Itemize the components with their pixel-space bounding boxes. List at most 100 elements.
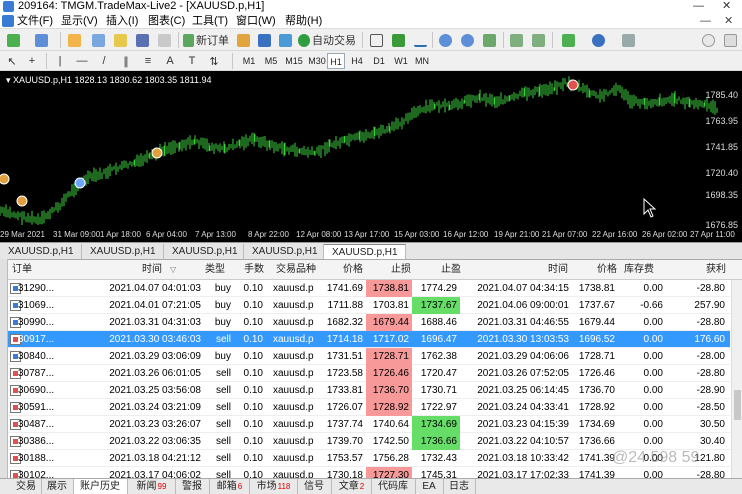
profiles-icon[interactable] <box>32 32 50 48</box>
terminal-icon[interactable] <box>134 32 150 48</box>
signals-icon[interactable] <box>256 32 272 48</box>
table-row[interactable]: 30690... 2021.03.25 03:56:08 sell 0.10 xauus… <box>8 382 730 399</box>
market-icon[interactable] <box>277 32 293 48</box>
market-watch-icon[interactable] <box>66 32 82 48</box>
bar-chart-icon[interactable] <box>368 32 384 48</box>
timeframe-m15[interactable]: M15 <box>283 53 305 69</box>
menu-file[interactable]: 文件(F) <box>17 13 53 29</box>
table-row[interactable]: 31290... 2021.04.07 04:01:03 buy 0.10 xauusd… <box>8 280 730 297</box>
column-open-time[interactable]: 时间 <box>142 260 162 280</box>
text-label-icon[interactable]: T <box>184 53 200 69</box>
tile-windows-icon[interactable] <box>481 32 497 48</box>
data-window-icon[interactable] <box>112 32 128 48</box>
column-profit[interactable]: 获利 <box>706 260 726 280</box>
column-close-time[interactable]: 时间 <box>548 260 568 280</box>
strategy-tester-icon[interactable] <box>156 32 172 48</box>
horizontal-line-icon[interactable]: — <box>74 53 90 69</box>
text-icon[interactable]: A <box>162 53 178 69</box>
tab-exposure[interactable]: 展示 <box>42 479 74 494</box>
tab-alerts[interactable]: 警报 <box>176 479 210 494</box>
column-stop-loss[interactable]: 止损 <box>391 260 411 280</box>
table-row[interactable]: 30840... 2021.03.29 03:06:09 buy 0.10 xauusd… <box>8 348 730 365</box>
menu-charts[interactable]: 图表(C) <box>148 13 185 29</box>
templates-icon[interactable] <box>617 32 639 48</box>
scrollbar-thumb[interactable] <box>734 390 741 420</box>
menu-view[interactable]: 显示(V) <box>61 13 98 29</box>
column-symbol[interactable]: 交易品种 <box>276 260 316 280</box>
chart-tab[interactable]: XAUUSD.p,H1 <box>164 244 244 259</box>
timeframe-m30[interactable]: M30 <box>306 53 328 69</box>
menu-tools[interactable]: 工具(T) <box>192 13 228 29</box>
chart-minimize-icon[interactable]: — <box>700 13 711 29</box>
trendline-icon[interactable]: / <box>96 53 112 69</box>
chart-tab[interactable]: XAUUSD.p,H1 <box>244 244 324 259</box>
menu-insert[interactable]: 插入(I) <box>106 13 138 29</box>
periods-icon[interactable] <box>587 32 609 48</box>
arrows-icon[interactable]: ⇅ <box>206 53 222 69</box>
column-open-price[interactable]: 价格 <box>343 260 363 280</box>
tab-news[interactable]: 新闻99 <box>128 479 176 494</box>
close-icon[interactable]: ✕ <box>722 0 731 13</box>
search-icon[interactable] <box>722 32 738 48</box>
tab-signals[interactable]: 信号 <box>298 479 332 494</box>
fibonacci-icon[interactable]: ≡ <box>140 53 156 69</box>
auto-scroll-icon[interactable] <box>530 32 546 48</box>
price-chart[interactable]: ▾ XAUUSD.p,H1 1828.13 1830.62 1803.35 18… <box>0 71 742 242</box>
timeframe-w1[interactable]: W1 <box>392 53 410 69</box>
tab-code-base[interactable]: 代码库 <box>372 479 416 494</box>
table-row[interactable]: 30917... 2021.03.30 03:46:03 sell 0.10 xauus… <box>8 331 730 348</box>
table-row[interactable]: 30990... 2021.03.31 04:31:03 buy 0.10 xauusd… <box>8 314 730 331</box>
tab-articles[interactable]: 文章2 <box>332 479 372 494</box>
chart-shift-icon[interactable] <box>508 32 524 48</box>
column-swap[interactable]: 库存费 <box>624 260 654 280</box>
candlestick-chart-icon[interactable] <box>390 32 406 48</box>
table-row[interactable]: 30787... 2021.03.26 06:01:05 sell 0.10 xauus… <box>8 365 730 382</box>
chart-window-icon[interactable] <box>2 15 14 27</box>
column-type[interactable]: 类型 <box>205 260 225 280</box>
timeframe-h1[interactable]: H1 <box>327 53 345 69</box>
vertical-scrollbar[interactable] <box>731 280 742 479</box>
tab-mailbox[interactable]: 邮箱6 <box>210 479 250 494</box>
timeframe-m1[interactable]: M1 <box>239 53 259 69</box>
tab-journal[interactable]: 日志 <box>444 479 476 494</box>
auto-trading-button[interactable]: 自动交易 <box>298 32 356 48</box>
timeframe-mn[interactable]: MN <box>413 53 431 69</box>
equidistant-channel-icon[interactable]: ∥ <box>118 53 134 69</box>
tab-market[interactable]: 市场118 <box>250 479 298 494</box>
menu-help[interactable]: 帮助(H) <box>285 13 322 29</box>
chart-tab[interactable]: XAUUSD.p,H1 <box>82 244 164 259</box>
table-row[interactable]: 30487... 2021.03.23 03:26:07 sell 0.10 xauus… <box>8 416 730 433</box>
chart-tab-active[interactable]: XAUUSD.p,H1 <box>324 244 406 259</box>
indicators-icon[interactable] <box>557 32 579 48</box>
zoom-in-icon[interactable] <box>437 32 453 48</box>
column-close-price[interactable]: 价格 <box>597 260 617 280</box>
chart-close-icon[interactable]: ✕ <box>724 13 733 29</box>
tab-experts[interactable]: EA <box>416 479 444 494</box>
tab-account-history[interactable]: 账户历史 <box>74 479 128 494</box>
column-take-profit[interactable]: 止盈 <box>441 260 461 280</box>
timeframe-m5[interactable]: M5 <box>261 53 281 69</box>
new-chart-icon[interactable] <box>4 32 22 48</box>
zoom-out-icon[interactable] <box>459 32 475 48</box>
column-order[interactable]: 订单 <box>12 260 32 280</box>
timeframe-h4[interactable]: H4 <box>348 53 366 69</box>
cursor-icon[interactable]: ↖ <box>4 53 20 69</box>
table-row[interactable]: 30386... 2021.03.22 03:06:35 sell 0.10 xauus… <box>8 433 730 450</box>
help-icon[interactable] <box>700 32 716 48</box>
table-row[interactable]: 31069... 2021.04.01 07:21:05 buy 0.10 xauusd… <box>8 297 730 314</box>
timeframe-d1[interactable]: D1 <box>370 53 388 69</box>
minimize-icon[interactable]: — <box>693 0 704 13</box>
chart-tab[interactable]: XAUUSD.p,H1 <box>0 244 82 259</box>
navigator-icon[interactable] <box>90 32 106 48</box>
crosshair-icon[interactable]: + <box>24 53 40 69</box>
terminal-side-tab[interactable] <box>0 259 8 478</box>
line-chart-icon[interactable] <box>412 32 428 48</box>
column-lots[interactable]: 手数 <box>244 260 264 280</box>
new-order-button[interactable]: 新订单 <box>183 32 229 48</box>
menu-window[interactable]: 窗口(W) <box>236 13 276 29</box>
table-row[interactable]: 30591... 2021.03.24 03:21:09 sell 0.10 xauus… <box>8 399 730 416</box>
cell-tp: 1722.97 <box>420 402 457 413</box>
tab-trade[interactable]: 交易 <box>12 479 42 494</box>
metaeditor-icon[interactable] <box>235 32 251 48</box>
vertical-line-icon[interactable]: | <box>52 53 68 69</box>
